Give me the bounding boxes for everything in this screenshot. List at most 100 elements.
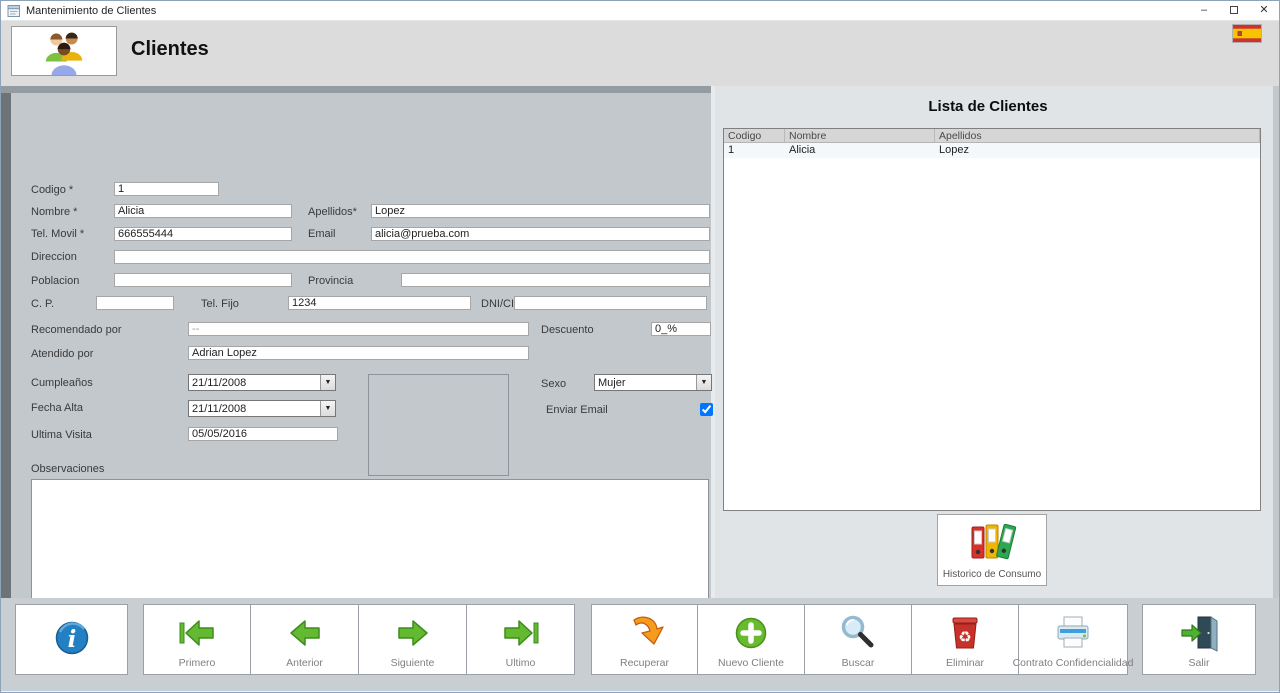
- page-title: Clientes: [131, 38, 209, 61]
- arrow-first-icon: [177, 613, 217, 653]
- client-list-title: Lista de Clientes: [715, 98, 1261, 115]
- exit-door-icon: [1178, 613, 1220, 653]
- buscar-button[interactable]: Buscar: [805, 604, 912, 675]
- nombre-label: Nombre *: [31, 206, 77, 218]
- header-band: Clientes: [1, 21, 1279, 86]
- people-icon: [33, 27, 95, 75]
- table-row[interactable]: 1 Alicia Lopez: [724, 143, 1260, 158]
- close-button[interactable]: ✕: [1249, 1, 1279, 21]
- codigo-input[interactable]: [114, 182, 219, 196]
- chevron-down-icon[interactable]: ▼: [696, 375, 711, 390]
- siguiente-label: Siguiente: [391, 657, 435, 669]
- atendido-label: Atendido por: [31, 348, 93, 360]
- cp-input[interactable]: [96, 296, 174, 310]
- apellidos-input[interactable]: [371, 204, 710, 218]
- plus-icon: [731, 613, 771, 653]
- eliminar-button[interactable]: ♻ Eliminar: [912, 604, 1019, 675]
- sexo-label: Sexo: [541, 378, 566, 390]
- bottom-toolbar: i Primero Anterior: [1, 598, 1279, 690]
- close-icon: ✕: [1259, 4, 1268, 16]
- anterior-button[interactable]: Anterior: [251, 604, 359, 675]
- poblacion-input[interactable]: [114, 273, 292, 287]
- recomendado-label: Recomendado por: [31, 324, 122, 336]
- minimize-icon: –: [1201, 4, 1207, 16]
- spain-flag-icon[interactable]: [1232, 24, 1262, 48]
- maximize-icon: [1230, 6, 1238, 14]
- minimize-button[interactable]: –: [1189, 1, 1219, 21]
- column-header-apellidos[interactable]: Apellidos: [935, 129, 1260, 142]
- recomendado-input[interactable]: [188, 322, 529, 336]
- client-table[interactable]: Codigo Nombre Apellidos 1 Alicia Lopez: [723, 128, 1261, 511]
- table-header: Codigo Nombre Apellidos: [724, 129, 1260, 143]
- arrow-right-icon: [393, 613, 433, 653]
- contrato-confidencialidad-button[interactable]: Contrato Confidencialidad: [1019, 604, 1128, 675]
- cumpleanos-dropdown[interactable]: 21/11/2008 ▼: [188, 374, 336, 391]
- undo-arrow-icon: [625, 613, 665, 653]
- email-label: Email: [308, 228, 336, 240]
- salir-label: Salir: [1188, 657, 1209, 669]
- tel-movil-label: Tel. Movil *: [31, 228, 84, 240]
- observaciones-label: Observaciones: [31, 463, 104, 475]
- fecha-alta-value: 21/11/2008: [192, 403, 246, 415]
- dni-input[interactable]: [514, 296, 707, 310]
- arrow-last-icon: [501, 613, 541, 653]
- historico-de-consumo-button[interactable]: Historico de Consumo: [937, 514, 1047, 586]
- descuento-label: Descuento: [541, 324, 594, 336]
- contrato-label: Contrato Confidencialidad: [1013, 657, 1134, 669]
- fecha-alta-dropdown[interactable]: 21/11/2008 ▼: [188, 400, 336, 417]
- ultimo-label: Ultimo: [506, 657, 536, 669]
- binders-icon: [967, 518, 1017, 562]
- clients-logo-box: [11, 26, 117, 76]
- ultima-visita-label: Ultima Visita: [31, 429, 92, 441]
- sexo-dropdown[interactable]: Mujer ▼: [594, 374, 712, 391]
- arrow-left-icon: [285, 613, 325, 653]
- primero-button[interactable]: Primero: [143, 604, 251, 675]
- recuperar-label: Recuperar: [620, 657, 669, 669]
- email-input[interactable]: [371, 227, 710, 241]
- poblacion-label: Poblacion: [31, 275, 79, 287]
- salir-button[interactable]: Salir: [1142, 604, 1256, 675]
- maximize-button[interactable]: [1219, 1, 1249, 21]
- enviar-email-label: Enviar Email: [546, 404, 608, 416]
- nombre-input[interactable]: [114, 204, 292, 218]
- info-button[interactable]: i: [15, 604, 128, 675]
- apellidos-label: Apellidos*: [308, 206, 357, 218]
- svg-text:♻: ♻: [958, 628, 971, 646]
- main-area: Codigo * Nombre * Apellidos* Tel. Movil …: [1, 86, 1279, 598]
- recuperar-button[interactable]: Recuperar: [591, 604, 698, 675]
- cp-label: C. P.: [31, 298, 54, 310]
- cumpleanos-value: 21/11/2008: [192, 377, 246, 389]
- fecha-alta-label: Fecha Alta: [31, 402, 83, 414]
- client-list-panel: Lista de Clientes Codigo Nombre Apellido…: [715, 86, 1273, 598]
- ultima-visita-input[interactable]: [188, 427, 338, 441]
- column-header-nombre[interactable]: Nombre: [785, 129, 935, 142]
- svg-text:i: i: [67, 626, 76, 653]
- title-bar[interactable]: Mantenimiento de Clientes – ✕: [1, 1, 1279, 21]
- tel-fijo-label: Tel. Fijo: [201, 298, 239, 310]
- cell-apellidos: Lopez: [935, 143, 1260, 158]
- enviar-email-checkbox[interactable]: [700, 403, 713, 416]
- chevron-down-icon[interactable]: ▼: [320, 401, 335, 416]
- descuento-input[interactable]: [651, 322, 711, 336]
- cell-nombre: Alicia: [785, 143, 935, 158]
- window-title: Mantenimiento de Clientes: [26, 5, 156, 17]
- cell-codigo: 1: [724, 143, 785, 158]
- direccion-input[interactable]: [114, 250, 710, 264]
- nuevo-cliente-button[interactable]: Nuevo Cliente: [698, 604, 805, 675]
- siguiente-button[interactable]: Siguiente: [359, 604, 467, 675]
- atendido-input[interactable]: [188, 346, 529, 360]
- panel-left-strip: [1, 93, 11, 598]
- app-window: Mantenimiento de Clientes – ✕ Clientes: [0, 0, 1280, 693]
- buscar-label: Buscar: [842, 657, 875, 669]
- primero-label: Primero: [179, 657, 216, 669]
- ultimo-button[interactable]: Ultimo: [467, 604, 575, 675]
- tel-movil-input[interactable]: [114, 227, 292, 241]
- printer-icon: [1053, 613, 1093, 653]
- provincia-input[interactable]: [401, 273, 710, 287]
- tel-fijo-input[interactable]: [288, 296, 471, 310]
- codigo-label: Codigo *: [31, 184, 73, 196]
- chevron-down-icon[interactable]: ▼: [320, 375, 335, 390]
- nuevo-cliente-label: Nuevo Cliente: [718, 657, 784, 669]
- eliminar-label: Eliminar: [946, 657, 984, 669]
- column-header-codigo[interactable]: Codigo: [724, 129, 785, 142]
